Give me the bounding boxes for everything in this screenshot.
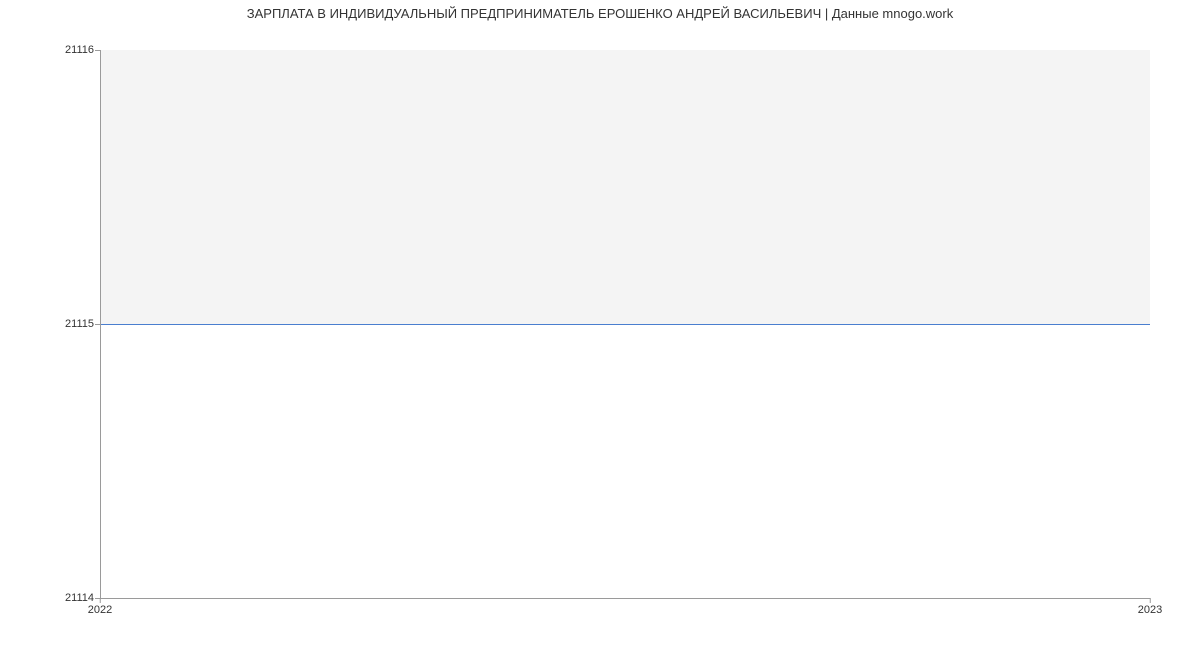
x-tick-label: 2023	[1138, 604, 1162, 616]
y-tick-label: 21114	[65, 592, 94, 604]
axis-spine-left	[100, 50, 101, 598]
x-tick-mark	[1150, 598, 1151, 603]
chart-container: ЗАРПЛАТА В ИНДИВИДУАЛЬНЫЙ ПРЕДПРИНИМАТЕЛ…	[0, 0, 1200, 650]
x-tick: 2023	[1138, 604, 1162, 616]
y-tick-mark	[95, 50, 100, 51]
axis-spine-bottom	[100, 598, 1150, 599]
y-tick-label: 21115	[65, 318, 94, 330]
x-tick: 2022	[88, 604, 112, 616]
x-tick-mark	[100, 598, 101, 603]
y-tick: 21116	[0, 44, 94, 56]
y-tick-label: 21116	[65, 44, 94, 56]
data-line	[100, 324, 1150, 325]
y-tick-mark	[95, 324, 100, 325]
x-tick-label: 2022	[88, 604, 112, 616]
chart-title: ЗАРПЛАТА В ИНДИВИДУАЛЬНЫЙ ПРЕДПРИНИМАТЕЛ…	[0, 6, 1200, 21]
area-fill	[100, 50, 1150, 324]
y-tick: 21115	[0, 318, 94, 330]
y-tick: 21114	[0, 592, 94, 604]
